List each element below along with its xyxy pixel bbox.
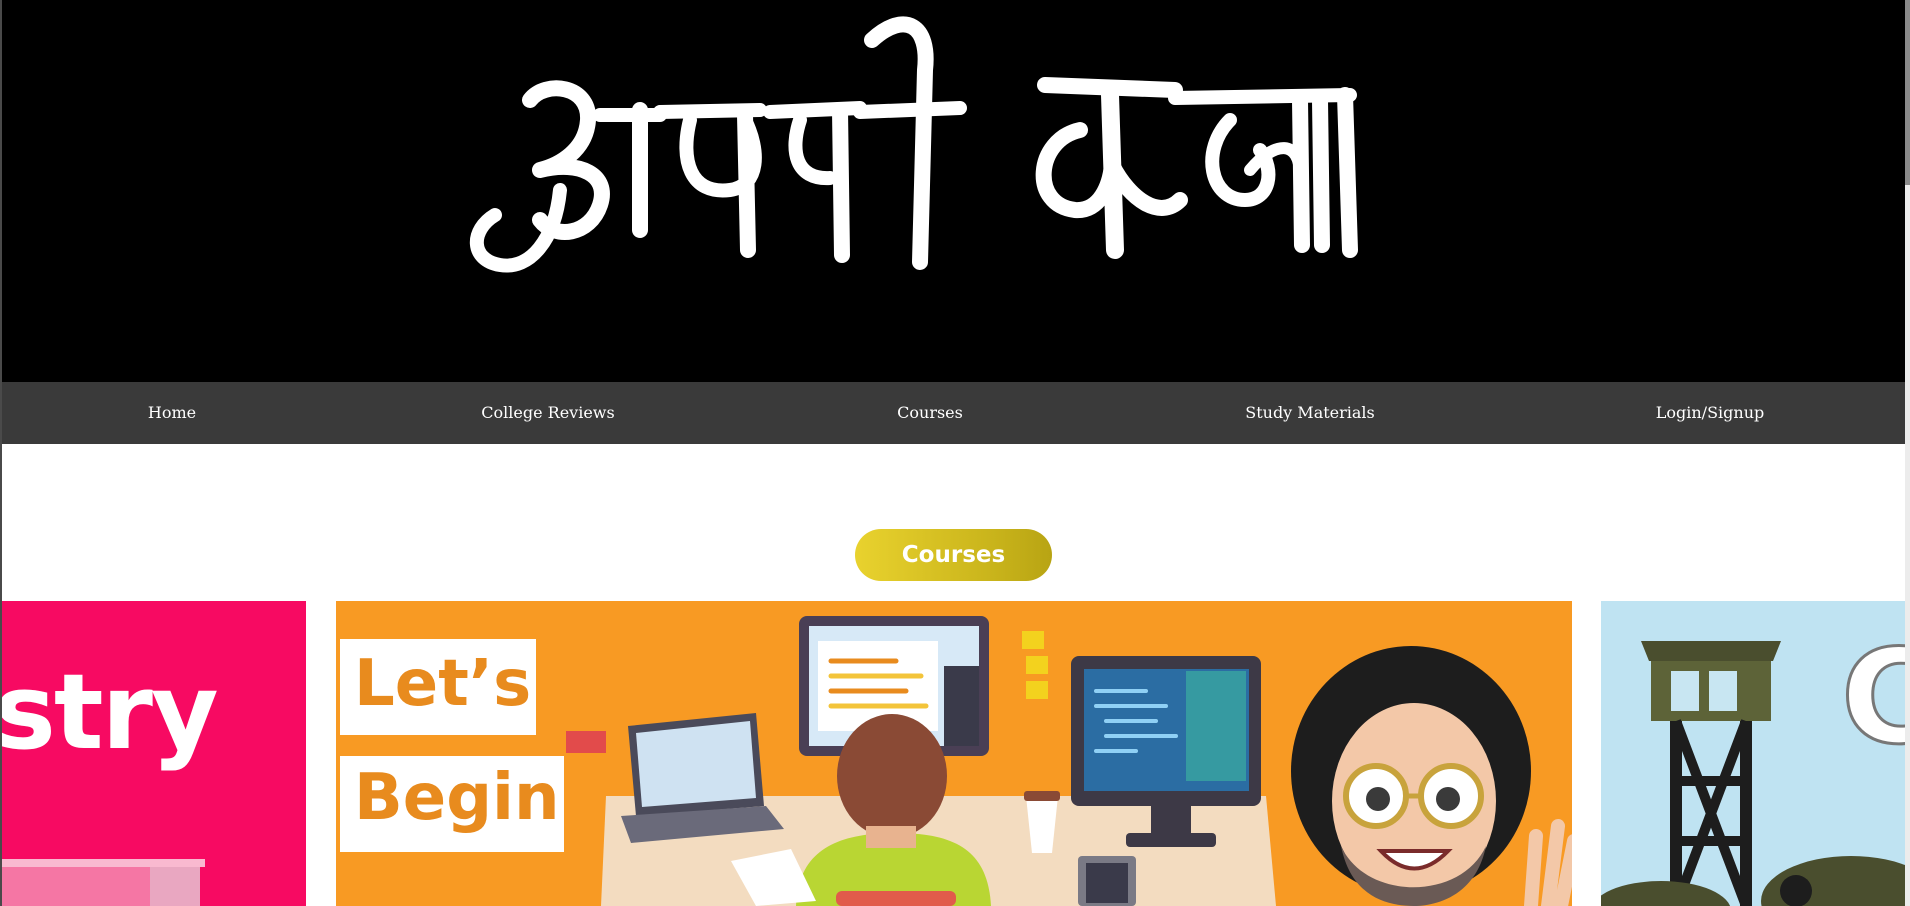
courses-section-button[interactable]: Courses [855, 529, 1052, 581]
coding-desk-illustration [566, 616, 1572, 906]
page-left-border [0, 0, 2, 906]
page-scrollbar[interactable] [1905, 0, 1910, 906]
scrollbar-thumb[interactable] [1905, 0, 1910, 185]
site-banner [0, 0, 1905, 382]
nav-college-reviews[interactable]: College Reviews [481, 382, 614, 444]
site-logo [469, 16, 1358, 273]
course-card-defence[interactable]: C [1601, 601, 1905, 906]
card-title-partial: C [1839, 620, 1905, 775]
main-navbar: Home College Reviews Courses Study Mater… [0, 382, 1905, 444]
nav-courses[interactable]: Courses [897, 382, 963, 444]
course-card-chemistry[interactable]: stry [0, 601, 306, 906]
course-card-lets-begin[interactable]: Let’s Begin [336, 601, 1572, 906]
card-title-partial: stry [0, 651, 219, 773]
nav-login-signup[interactable]: Login/Signup [1656, 382, 1764, 444]
nav-home[interactable]: Home [148, 382, 196, 444]
nav-study-materials[interactable]: Study Materials [1245, 382, 1375, 444]
